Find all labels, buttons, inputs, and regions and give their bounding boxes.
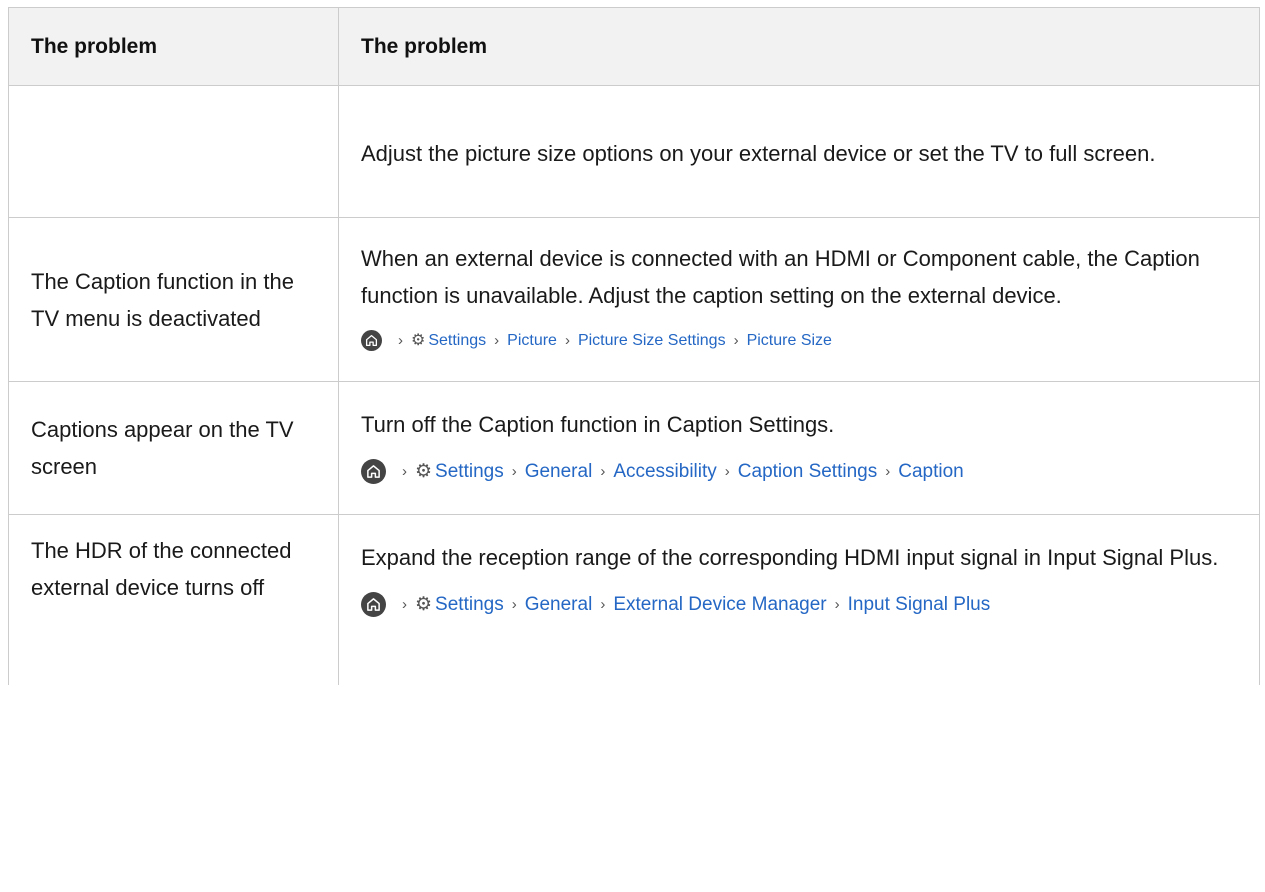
chevron-right-icon: › xyxy=(724,463,730,480)
solution-text: Turn off the Caption function in Caption… xyxy=(361,412,835,437)
table-row: The HDR of the connected external device… xyxy=(8,514,1260,685)
home-icon xyxy=(361,330,382,351)
chevron-right-icon: › xyxy=(600,596,606,613)
chevron-right-icon: › xyxy=(494,332,500,349)
solution-text: Adjust the picture size options on your … xyxy=(361,141,1156,166)
chevron-right-icon: › xyxy=(834,596,840,613)
problem-cell: Captions appear on the TV screen xyxy=(8,381,339,515)
menu-path-item[interactable]: Picture Size xyxy=(747,322,832,359)
solution-block: Expand the reception range of the corres… xyxy=(361,515,1245,623)
table-header-row: The problem The problem xyxy=(8,7,1260,86)
table-row: Captions appear on the TV screen Turn of… xyxy=(8,381,1260,515)
menu-path-item[interactable]: External Device Manager xyxy=(613,586,826,623)
table-row: The Caption function in the TV menu is d… xyxy=(8,217,1260,382)
menu-path-item[interactable]: Caption xyxy=(898,453,964,490)
problem-cell xyxy=(8,85,339,218)
menu-path: › ⚙ Settings › General › Accessibility ›… xyxy=(361,453,1245,490)
menu-path-item[interactable]: Picture Size Settings xyxy=(578,322,726,359)
table-row: Adjust the picture size options on your … xyxy=(8,85,1260,218)
menu-path-item[interactable]: Accessibility xyxy=(613,453,716,490)
menu-path-item[interactable]: Settings xyxy=(428,322,486,359)
chevron-right-icon: › xyxy=(600,463,606,480)
chevron-right-icon: › xyxy=(402,463,407,480)
chevron-right-icon: › xyxy=(511,596,517,613)
gear-icon: ⚙ xyxy=(411,332,426,349)
column-header-solution: The problem xyxy=(338,7,1260,86)
solution-text: Expand the reception range of the corres… xyxy=(361,545,1219,570)
chevron-right-icon: › xyxy=(733,332,739,349)
menu-path-item[interactable]: Caption Settings xyxy=(738,453,877,490)
menu-path-item[interactable]: General xyxy=(525,586,593,623)
chevron-right-icon: › xyxy=(511,463,517,480)
troubleshooting-table-container: The problem The problem Adjust the pictu… xyxy=(8,7,1260,685)
menu-path-item[interactable]: General xyxy=(525,453,593,490)
problem-cell: The Caption function in the TV menu is d… xyxy=(8,217,339,382)
home-icon xyxy=(361,459,386,484)
solution-cell: Turn off the Caption function in Caption… xyxy=(338,381,1260,515)
menu-path-item[interactable]: Settings xyxy=(435,586,504,623)
problem-text: The Caption function in the TV menu is d… xyxy=(31,268,294,331)
problem-text: Captions appear on the TV screen xyxy=(31,417,294,479)
chevron-right-icon: › xyxy=(398,332,403,349)
chevron-right-icon: › xyxy=(885,463,891,480)
column-header-problem: The problem xyxy=(8,7,339,86)
home-icon xyxy=(361,592,386,617)
problem-text: The HDR of the connected external device… xyxy=(31,538,292,600)
menu-path-item[interactable]: Picture xyxy=(507,322,557,359)
menu-path-item[interactable]: Input Signal Plus xyxy=(848,586,991,623)
troubleshooting-table: The problem The problem Adjust the pictu… xyxy=(8,7,1260,685)
chevron-right-icon: › xyxy=(402,596,407,613)
menu-path: › ⚙ Settings › Picture › Picture Size Se… xyxy=(361,322,1245,359)
solution-text: When an external device is connected wit… xyxy=(361,246,1200,308)
chevron-right-icon: › xyxy=(564,332,570,349)
solution-cell: Adjust the picture size options on your … xyxy=(338,85,1260,218)
solution-cell: When an external device is connected wit… xyxy=(338,217,1260,382)
menu-path: › ⚙ Settings › General › External Device… xyxy=(361,586,1245,623)
gear-icon: ⚙ xyxy=(415,594,433,615)
gear-icon: ⚙ xyxy=(415,461,433,482)
menu-path-item[interactable]: Settings xyxy=(435,453,504,490)
problem-cell: The HDR of the connected external device… xyxy=(8,514,339,685)
solution-cell: Expand the reception range of the corres… xyxy=(338,514,1260,685)
